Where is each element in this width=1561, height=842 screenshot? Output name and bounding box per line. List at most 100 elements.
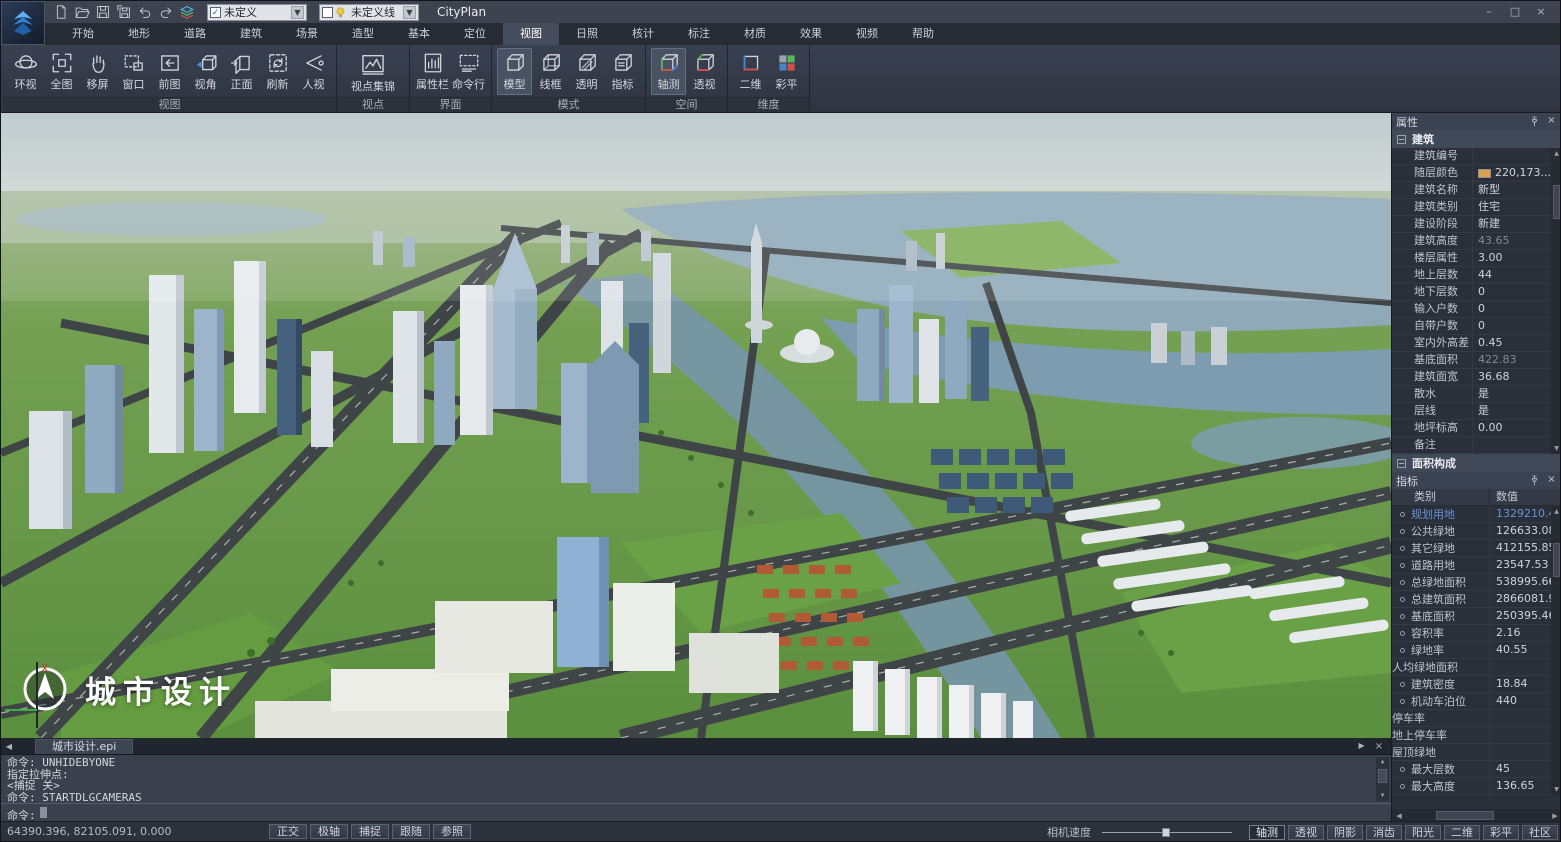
command-input[interactable]: 命令:	[1, 803, 1391, 823]
scroll-up-icon[interactable]: ▲	[1554, 506, 1559, 517]
ribbon-button[interactable]: 全图	[44, 48, 79, 95]
ribbon-tab[interactable]: 场景	[279, 23, 335, 45]
collapse-icon[interactable]: −	[1397, 459, 1406, 468]
ribbon-button[interactable]: 属性栏	[415, 48, 450, 95]
scroll-down-icon[interactable]: ▼	[1554, 443, 1559, 454]
scroll-up-icon[interactable]: ▲	[1381, 757, 1385, 767]
view-mode-button[interactable]: 消齿	[1366, 825, 1402, 840]
ribbon-tab[interactable]: 效果	[783, 23, 839, 45]
scroll-up-icon[interactable]: ▲	[1554, 148, 1559, 159]
save-as-icon[interactable]	[116, 4, 132, 20]
scroll-thumb[interactable]	[1378, 769, 1387, 783]
section-header-building[interactable]: − 建筑	[1392, 130, 1561, 148]
tab-scroll-left-icon[interactable]: ◀	[1, 742, 17, 751]
ribbon-button[interactable]: 轴测	[651, 48, 686, 95]
color-swatch[interactable]	[1478, 169, 1491, 178]
ribbon-tab[interactable]: 视频	[839, 23, 895, 45]
tab-close-icon[interactable]: ×	[1375, 741, 1383, 752]
indicator-row[interactable]: 公共绿地 126633.08	[1392, 523, 1551, 540]
collapse-icon[interactable]: −	[1397, 135, 1406, 144]
ribbon-button[interactable]: 命令行	[451, 48, 486, 95]
indicator-row[interactable]: 屋顶绿地	[1392, 744, 1551, 761]
property-row[interactable]: 建设阶段 新建	[1392, 216, 1551, 233]
view-mode-button[interactable]: 社区	[1522, 825, 1558, 840]
ribbon-button[interactable]: 指标	[605, 48, 640, 95]
console-scrollbar[interactable]: ▲ ▼	[1376, 757, 1389, 801]
view-mode-button[interactable]: 透视	[1288, 825, 1324, 840]
undo-icon[interactable]	[137, 4, 153, 20]
linetype-checkbox[interactable]	[322, 7, 333, 18]
file-tab[interactable]: 城市设计.epi	[35, 739, 133, 754]
indicator-row[interactable]: 最大高度 136.65	[1392, 778, 1551, 795]
indicator-row[interactable]: 规划用地 1329210.40	[1392, 506, 1551, 523]
ribbon-tab[interactable]: 日照	[559, 23, 615, 45]
indicator-row[interactable]: 人均绿地面积	[1392, 659, 1551, 676]
ribbon-button[interactable]: 视角	[188, 48, 223, 95]
ribbon-tab[interactable]: 道路	[167, 23, 223, 45]
section-header-area[interactable]: − 面积构成	[1392, 454, 1561, 472]
3d-viewport[interactable]: 城市设计 X Y	[1, 113, 1391, 738]
property-row[interactable]: 地下层数 0	[1392, 284, 1551, 301]
property-row[interactable]: 建筑类别 住宅	[1392, 199, 1551, 216]
chevron-down-icon[interactable]: ▼	[291, 6, 304, 19]
layer-checkbox[interactable]: ✓	[210, 7, 221, 18]
snap-toggle-button[interactable]: 跟随	[392, 824, 430, 839]
ribbon-button[interactable]: 刷新	[260, 48, 295, 95]
ribbon-tab[interactable]: 定位	[447, 23, 503, 45]
chevron-down-icon[interactable]: ▼	[403, 6, 416, 19]
ribbon-tab[interactable]: 材质	[727, 23, 783, 45]
view-mode-button[interactable]: 阴影	[1327, 825, 1363, 840]
indicator-row[interactable]: 机动车泊位 440	[1392, 693, 1551, 710]
slider-thumb[interactable]	[1162, 828, 1170, 837]
ribbon-tab[interactable]: 视图	[503, 23, 559, 45]
app-logo[interactable]	[1, 1, 45, 45]
new-file-icon[interactable]	[53, 4, 69, 20]
snap-toggle-button[interactable]: 参照	[433, 824, 471, 839]
view-mode-button[interactable]: 阳光	[1405, 825, 1441, 840]
snap-toggle-button[interactable]: 捕捉	[351, 824, 389, 839]
tab-scroll-right-icon[interactable]: ▶	[1358, 741, 1364, 752]
view-mode-button[interactable]: 彩平	[1483, 825, 1519, 840]
indicator-row[interactable]: 道路用地 23547.53	[1392, 557, 1551, 574]
ribbon-button[interactable]: 透视	[687, 48, 722, 95]
scroll-down-icon[interactable]: ▼	[1554, 784, 1559, 795]
layers-icon[interactable]	[179, 4, 195, 20]
property-row[interactable]: 输入户数 0	[1392, 301, 1551, 318]
view-mode-button[interactable]: 轴测	[1249, 825, 1285, 840]
ribbon-button[interactable]: 正面	[224, 48, 259, 95]
property-row[interactable]: 建筑高度 43.65	[1392, 233, 1551, 250]
scroll-thumb[interactable]	[1553, 185, 1560, 219]
scroll-thumb[interactable]	[1553, 543, 1560, 577]
ribbon-tab[interactable]: 标注	[671, 23, 727, 45]
minimize-button[interactable]: –	[1478, 4, 1500, 20]
indicator-row[interactable]: 基底面积 250395.46	[1392, 608, 1551, 625]
maximize-button[interactable]: □	[1504, 4, 1526, 20]
ribbon-button[interactable]: 前图	[152, 48, 187, 95]
ribbon-tab[interactable]: 开始	[55, 23, 111, 45]
property-row[interactable]: 楼层属性 3.00	[1392, 250, 1551, 267]
redo-icon[interactable]	[158, 4, 174, 20]
linetype-dropdown[interactable]: 未定义线 ▼	[319, 4, 419, 21]
indicators-scrollbar[interactable]: ▲ ▼	[1551, 506, 1561, 795]
property-row[interactable]: 基底面积 422.83	[1392, 352, 1551, 369]
layer-dropdown[interactable]: ✓ 未定义 ▼	[207, 4, 307, 21]
indicator-row[interactable]: 停车率	[1392, 710, 1551, 727]
ribbon-tab[interactable]: 建筑	[223, 23, 279, 45]
snap-toggle-button[interactable]: 正交	[269, 824, 307, 839]
property-row[interactable]: 自带户数 0	[1392, 318, 1551, 335]
indicator-row[interactable]: 其它绿地 412155.85	[1392, 540, 1551, 557]
save-icon[interactable]	[95, 4, 111, 20]
ribbon-button[interactable]: 二维	[733, 48, 768, 95]
scroll-left-icon[interactable]: ◀	[1392, 812, 1406, 820]
ribbon-button[interactable]: 移屏	[80, 48, 115, 95]
ribbon-button[interactable]: 窗口	[116, 48, 151, 95]
property-row[interactable]: 建筑面宽 36.68	[1392, 369, 1551, 386]
command-console[interactable]: 命令: UNHIDEBYONE指定拉伸点:<捕捉 关>命令: STARTDLGC…	[1, 754, 1391, 803]
indicator-row[interactable]: 建筑密度 18.84	[1392, 676, 1551, 693]
property-row[interactable]: 地坪标高 0.00	[1392, 420, 1551, 437]
ribbon-tab[interactable]: 地形	[111, 23, 167, 45]
scroll-down-icon[interactable]: ▼	[1381, 791, 1385, 801]
ribbon-tab[interactable]: 基本	[391, 23, 447, 45]
ribbon-button[interactable]: 人视	[296, 48, 331, 95]
close-icon[interactable]: ×	[1545, 474, 1558, 487]
